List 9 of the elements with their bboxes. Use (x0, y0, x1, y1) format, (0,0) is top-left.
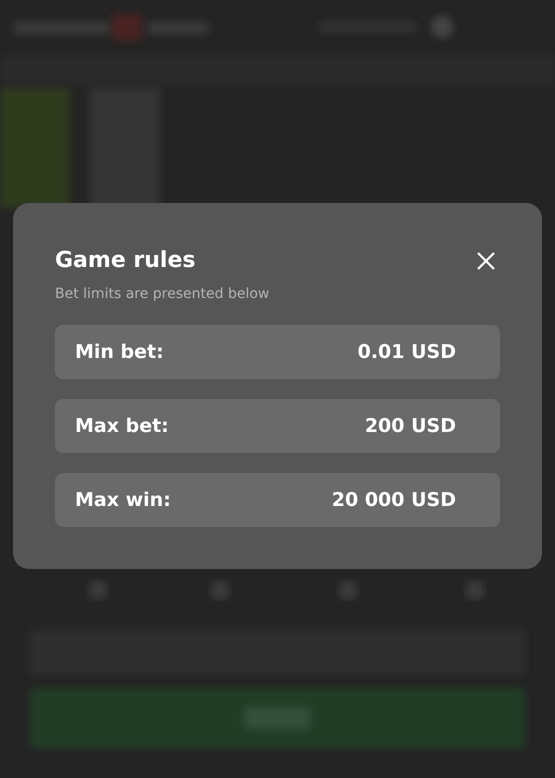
close-icon (476, 251, 496, 271)
limit-value: 200 USD (364, 414, 456, 439)
limit-value: 0.01 USD (358, 340, 456, 365)
dialog-subtitle: Bet limits are presented below (55, 285, 270, 304)
limit-label: Min bet: (75, 340, 164, 365)
limit-label: Max bet: (75, 414, 169, 439)
dialog-title: Game rules (55, 247, 196, 275)
limit-value: 20 000 USD (332, 488, 456, 513)
limit-label: Max win: (75, 488, 171, 513)
